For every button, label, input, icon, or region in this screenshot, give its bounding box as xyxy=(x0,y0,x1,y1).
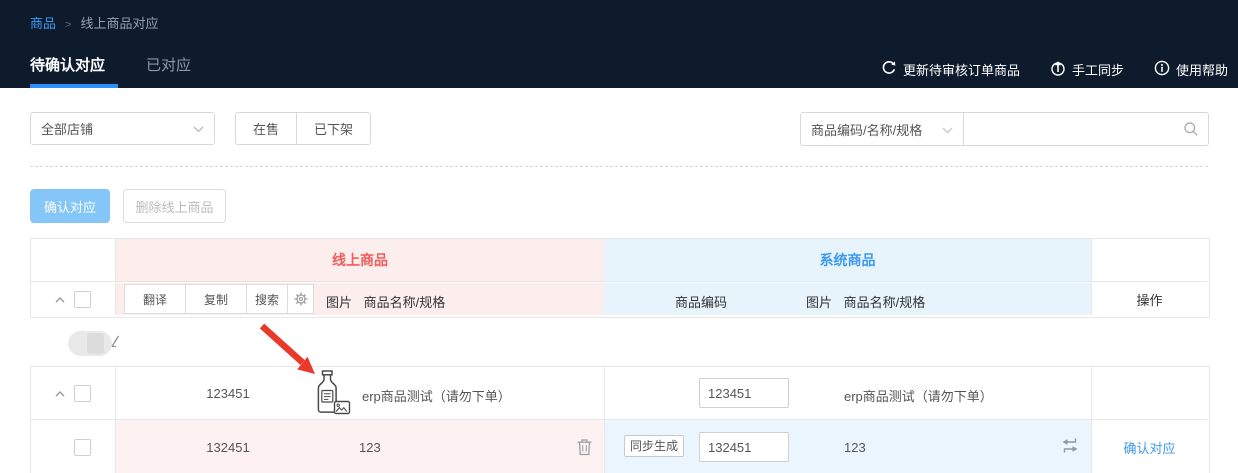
group-header-system-label: 系统商品 xyxy=(820,250,876,270)
help-label: 使用帮助 xyxy=(1176,60,1228,79)
group-cell-select xyxy=(31,239,116,282)
row-checkbox[interactable] xyxy=(74,385,91,402)
row2-select-cell xyxy=(31,420,116,473)
app-header: 商品 > 线上商品对应 待确认对应 已对应 更新待审核订单商品 xyxy=(0,0,1238,88)
confirm-match-link[interactable]: 确认对应 xyxy=(1123,438,1175,457)
collapse-all-caret-icon[interactable] xyxy=(55,290,65,308)
breadcrumb-root[interactable]: 商品 xyxy=(30,16,56,31)
shop-select[interactable]: 全部店铺 xyxy=(30,112,215,145)
online-product-code: 123451 xyxy=(178,386,278,401)
breadcrumb-separator: > xyxy=(65,19,71,31)
row1-system-cell: erp商品测试（请勿下单） xyxy=(604,367,1091,420)
row2-online-cell: 132451 123 xyxy=(116,420,604,473)
help-icon xyxy=(1154,60,1170,79)
delete-online-product-button[interactable]: 删除线上商品 xyxy=(123,189,226,223)
on-sale-button[interactable]: 在售 xyxy=(235,112,297,145)
breadcrumb: 商品 > 线上商品对应 xyxy=(30,13,158,32)
col-system-code: 商品编码 xyxy=(649,292,753,311)
manual-sync-button[interactable]: 手工同步 xyxy=(1050,60,1124,79)
shop-name-blur-block xyxy=(87,333,104,354)
system-product-name: erp商品测试（请勿下单） xyxy=(844,386,993,405)
update-pending-orders-label: 更新待审核订单商品 xyxy=(903,60,1020,79)
tab-pending-match[interactable]: 待确认对应 xyxy=(30,54,105,75)
active-tab-underline xyxy=(30,84,118,88)
row1-select-cell xyxy=(31,367,116,420)
off-shelf-button[interactable]: 已下架 xyxy=(297,112,371,145)
search-type-value: 商品编码/名称/规格 xyxy=(811,120,922,139)
row-collapse-caret-icon[interactable] xyxy=(55,384,65,402)
search-type-select[interactable]: 商品编码/名称/规格 xyxy=(800,112,964,146)
search-button[interactable]: 搜索 xyxy=(246,284,288,314)
row2-operation-cell: 确认对应 xyxy=(1091,420,1207,473)
manual-sync-icon xyxy=(1050,60,1066,79)
group-header-system: 系统商品 xyxy=(604,239,1091,282)
translate-button[interactable]: 翻译 xyxy=(124,284,186,314)
group-header-online: 线上商品 xyxy=(116,239,604,282)
table-body: 123451 erp商品测试（请勿下单） xyxy=(30,366,1210,473)
page: 商品 > 线上商品对应 待确认对应 已对应 更新待审核订单商品 xyxy=(0,0,1238,473)
online-product-code: 132451 xyxy=(178,440,278,455)
table-header: 线上商品 系统商品 翻译 复制 搜索 xyxy=(30,238,1210,318)
chevron-down-icon xyxy=(942,122,953,137)
shop-name-partial-glyph xyxy=(111,335,120,353)
system-code-input[interactable] xyxy=(699,432,789,462)
chevron-down-icon xyxy=(193,121,204,136)
search-input[interactable] xyxy=(964,112,1209,146)
row-checkbox[interactable] xyxy=(74,439,91,456)
header-system-cell: 商品编码 图片 商品名称/规格 xyxy=(604,283,1091,315)
manual-sync-label: 手工同步 xyxy=(1072,60,1124,79)
select-all-checkbox[interactable] xyxy=(74,291,91,308)
search-group: 商品编码/名称/规格 xyxy=(800,112,1209,146)
col-system-image-name: 图片 商品名称/规格 xyxy=(806,292,925,311)
gear-icon[interactable] xyxy=(287,284,314,314)
col-operation: 操作 xyxy=(1091,283,1207,315)
search-icon[interactable] xyxy=(1183,121,1199,142)
col-online-image-name: 图片 商品名称/规格 xyxy=(326,292,445,311)
sync-generated-tag[interactable]: 同步生成 xyxy=(624,435,684,457)
update-pending-orders-button[interactable]: 更新待审核订单商品 xyxy=(881,60,1020,79)
online-product-name: erp商品测试（请勿下单） xyxy=(362,386,511,405)
online-toolbar: 翻译 复制 搜索 xyxy=(125,284,314,314)
shop-select-value: 全部店铺 xyxy=(41,119,93,138)
help-button[interactable]: 使用帮助 xyxy=(1154,60,1228,79)
group-cell-operation xyxy=(1091,239,1207,282)
trash-icon[interactable] xyxy=(576,438,593,461)
tab-matched[interactable]: 已对应 xyxy=(146,54,191,75)
header-online-cell: 翻译 复制 搜索 图片 商品名称/规格 xyxy=(116,283,604,315)
dashed-divider xyxy=(30,166,1208,167)
row1-operation-cell xyxy=(1091,367,1207,420)
confirm-match-button[interactable]: 确认对应 xyxy=(30,189,110,223)
row2-system-cell: 同步生成 123 xyxy=(604,420,1091,473)
header-actions: 更新待审核订单商品 手工同步 xyxy=(881,60,1228,79)
system-product-name: 123 xyxy=(844,440,866,455)
product-image-bottle-icon[interactable] xyxy=(312,370,351,421)
row1-online-cell: 123451 erp商品测试（请勿下单） xyxy=(116,367,604,420)
breadcrumb-current: 线上商品对应 xyxy=(80,16,158,31)
copy-button[interactable]: 复制 xyxy=(185,284,247,314)
system-code-input[interactable] xyxy=(699,378,789,408)
status-filter-group: 在售 已下架 xyxy=(235,112,371,145)
header-select-cell xyxy=(31,283,116,315)
shop-name-blurred xyxy=(68,331,112,356)
group-header-online-label: 线上商品 xyxy=(332,250,388,270)
swap-arrows-icon[interactable] xyxy=(1060,436,1080,460)
refresh-icon xyxy=(881,60,897,79)
online-product-name: 123 xyxy=(359,440,381,455)
